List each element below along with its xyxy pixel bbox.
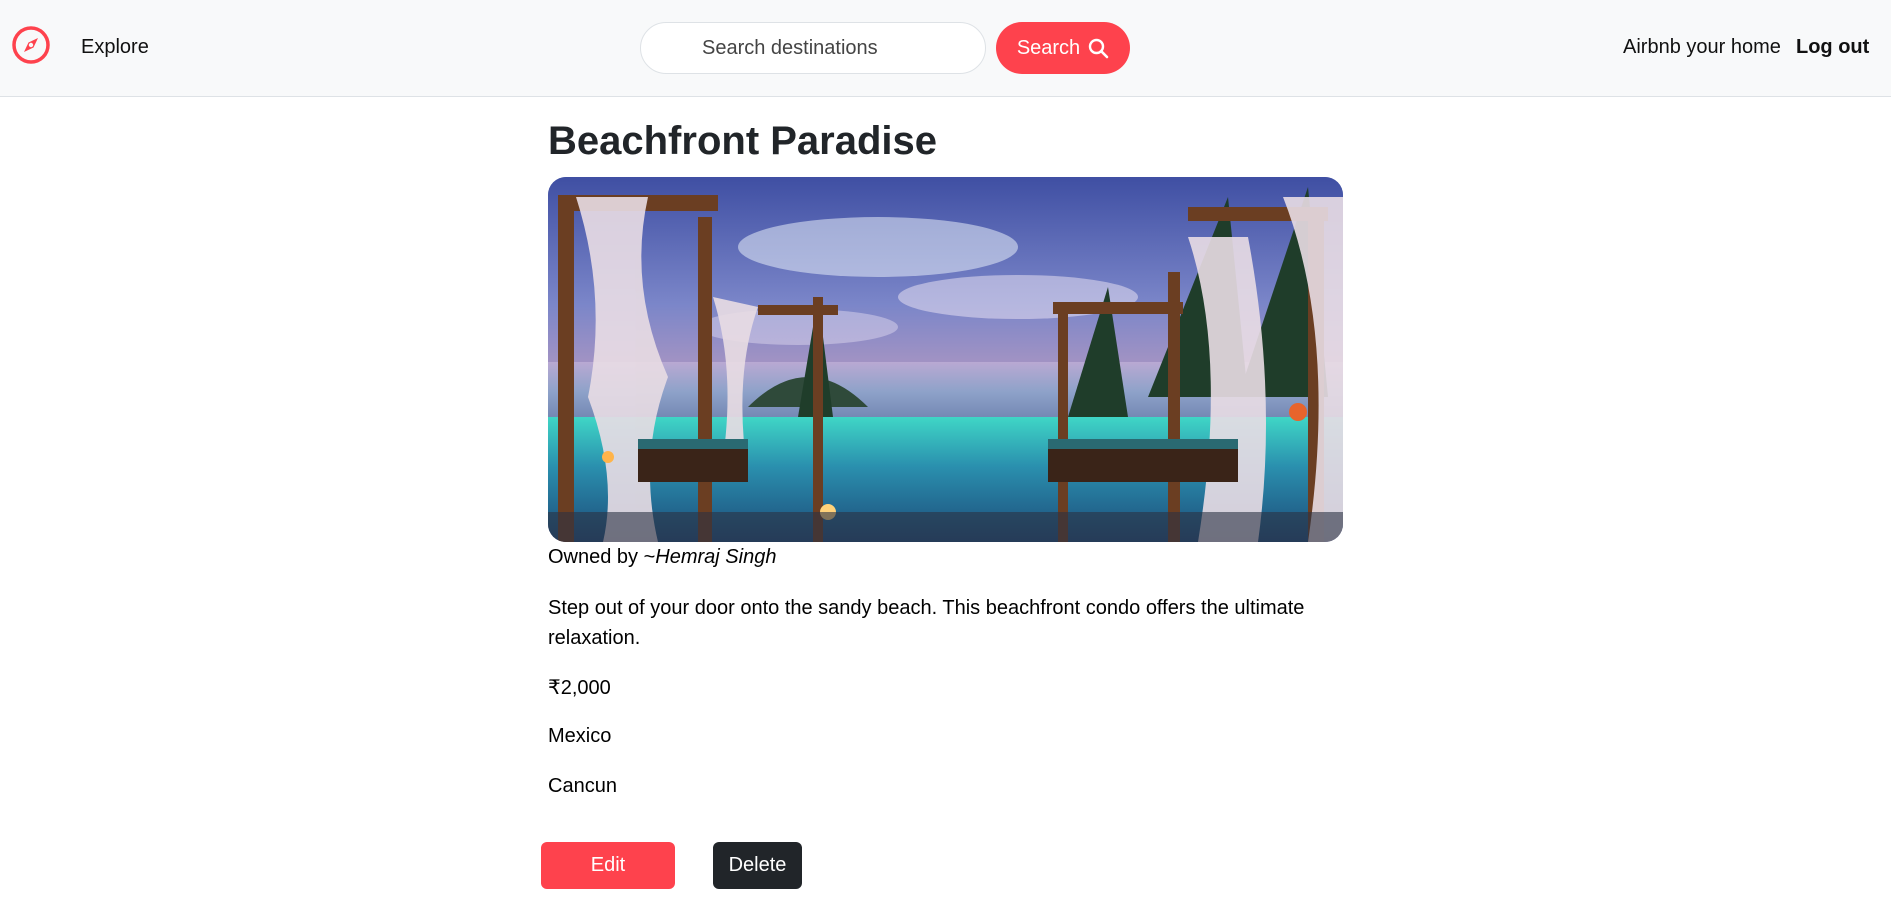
search-button-label: Search — [1016, 36, 1081, 59]
listing-price: ₹2,000 — [548, 677, 611, 699]
navbar: Explore Search Airbnb your home Log out — [0, 0, 1891, 97]
search-icon — [1088, 38, 1109, 59]
owner-prefix: Owned by ~ — [548, 546, 656, 568]
delete-button[interactable]: Delete — [713, 842, 802, 889]
nav-link-explore[interactable]: Explore — [81, 36, 149, 59]
search-button[interactable]: Search — [996, 22, 1130, 74]
listing-title: Beachfront Paradise — [548, 119, 938, 163]
listing-country: Mexico — [548, 725, 612, 747]
search-input[interactable] — [640, 22, 986, 74]
listing-image — [548, 177, 1343, 542]
listing-description: Step out of your door onto the sandy bea… — [548, 597, 1305, 649]
nav-link-host[interactable]: Airbnb your home — [1623, 36, 1781, 59]
listing-location: Cancun — [548, 775, 617, 797]
nav-link-logout[interactable]: Log out — [1796, 36, 1869, 59]
owner-name: Hemraj Singh — [655, 546, 777, 568]
owner-line: Owned by ~Hemraj Singh — [548, 546, 776, 569]
compass-icon[interactable] — [10, 24, 52, 66]
edit-button[interactable]: Edit — [541, 842, 675, 889]
